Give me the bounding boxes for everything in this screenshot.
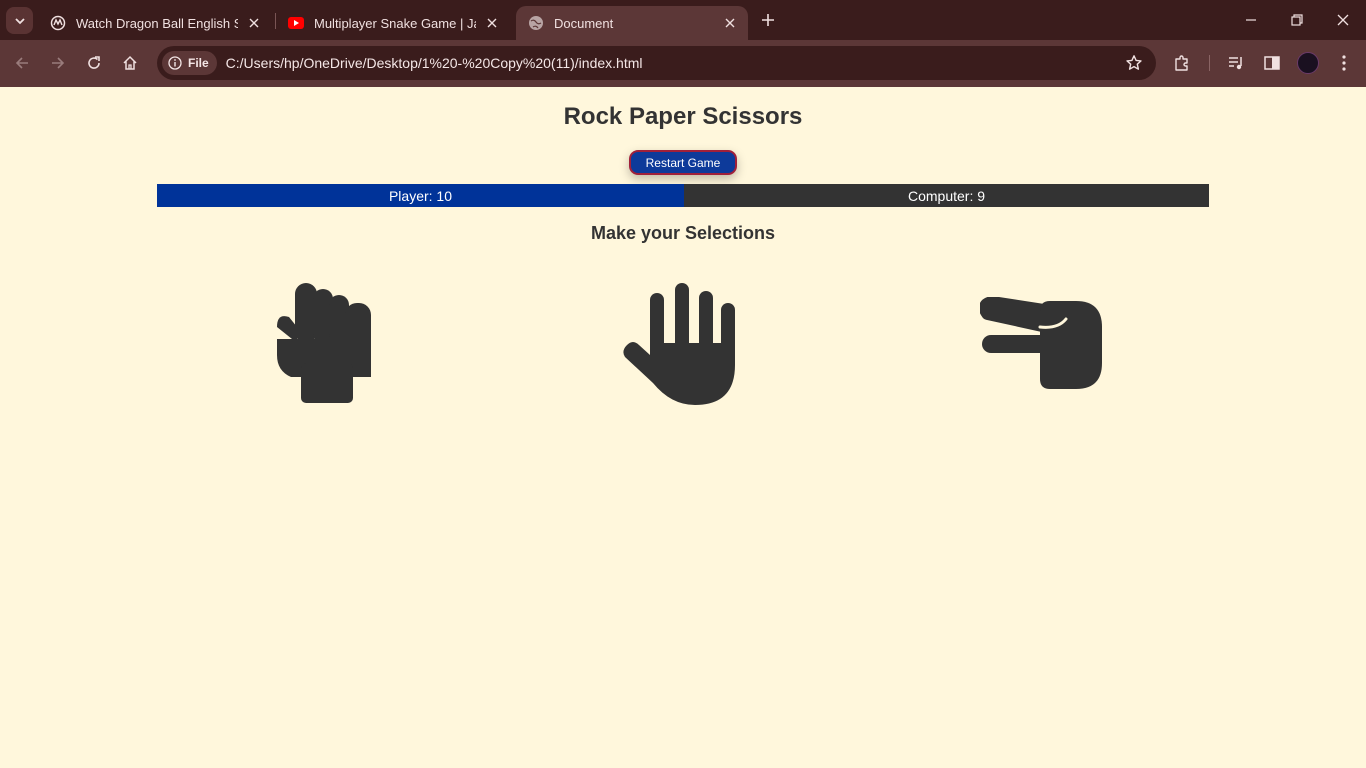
page-content: Rock Paper Scissors Restart Game Player:… <box>0 87 1366 768</box>
tab-snake-game[interactable]: Multiplayer Snake Game | JavaS <box>276 6 510 40</box>
tab-search-button[interactable] <box>6 7 33 34</box>
fist-icon <box>277 283 371 403</box>
arrow-left-icon <box>15 57 28 69</box>
close-icon[interactable] <box>482 13 502 33</box>
rock-choice[interactable] <box>262 281 392 409</box>
profile-avatar[interactable] <box>1297 52 1319 74</box>
score-bar: Player: 10 Computer: 9 <box>157 184 1209 207</box>
extensions-button[interactable] <box>1170 51 1194 75</box>
url-text[interactable]: C:/Users/hp/OneDrive/Desktop/1%20-%20Cop… <box>226 55 643 71</box>
home-icon <box>123 55 137 70</box>
scissors-choice[interactable] <box>977 281 1107 409</box>
paper-choice[interactable] <box>616 281 746 409</box>
plus-icon <box>762 14 774 26</box>
site-info-chip[interactable]: File <box>162 51 217 75</box>
browser-toolbar: File C:/Users/hp/OneDrive/Desktop/1%20-%… <box>0 40 1366 87</box>
more-vertical-icon <box>1342 55 1346 71</box>
minimize-button[interactable] <box>1228 0 1274 40</box>
tab-strip: Watch Dragon Ball English Sub/ Multiplay… <box>0 0 1366 40</box>
tab-title: Document <box>554 15 614 31</box>
forward-button[interactable] <box>43 48 73 78</box>
open-hand-icon <box>623 283 735 405</box>
selection-prompt: Make your Selections <box>590 223 776 243</box>
new-tab-button[interactable] <box>756 8 780 32</box>
close-window-button[interactable] <box>1320 0 1366 40</box>
restore-icon <box>1291 14 1303 26</box>
close-icon[interactable] <box>720 13 740 33</box>
bookmark-button[interactable] <box>1124 53 1144 73</box>
page-title: Rock Paper Scissors <box>563 103 803 130</box>
restart-game-button[interactable]: Restart Game <box>629 150 737 175</box>
music-queue-icon <box>1229 57 1242 70</box>
close-icon <box>1337 14 1349 26</box>
youtube-icon <box>288 15 304 31</box>
tab-document[interactable]: Document <box>516 6 748 40</box>
info-icon <box>168 56 182 70</box>
tab-title: Multiplayer Snake Game | JavaS <box>314 15 476 31</box>
tab-title: Watch Dragon Ball English Sub/ <box>76 15 238 31</box>
computer-score: Computer: 9 <box>684 184 1209 207</box>
home-button[interactable] <box>115 48 145 78</box>
side-panel-button[interactable] <box>1260 51 1284 75</box>
arrow-right-icon <box>52 57 65 69</box>
close-icon[interactable] <box>244 13 264 33</box>
browser-menu-button[interactable] <box>1332 51 1356 75</box>
reload-button[interactable] <box>79 48 109 78</box>
site-info-label: File <box>188 56 209 70</box>
minimize-icon <box>1246 19 1256 21</box>
toolbar-divider <box>1209 55 1210 71</box>
puzzle-icon <box>1175 55 1188 71</box>
star-icon <box>1126 55 1142 70</box>
reload-icon <box>88 56 100 69</box>
side-panel-icon <box>1264 56 1280 70</box>
chevron-down-icon <box>14 17 25 24</box>
player-score: Player: 10 <box>157 184 684 207</box>
restore-button[interactable] <box>1274 0 1320 40</box>
globe-icon <box>528 15 544 31</box>
tab-dragon-ball[interactable]: Watch Dragon Ball English Sub/ <box>38 6 272 40</box>
anime-site-icon <box>50 15 66 31</box>
media-controls-button[interactable] <box>1224 51 1248 75</box>
address-bar[interactable]: File C:/Users/hp/OneDrive/Desktop/1%20-%… <box>157 46 1156 80</box>
scissors-hand-icon <box>980 297 1102 389</box>
back-button[interactable] <box>7 48 37 78</box>
